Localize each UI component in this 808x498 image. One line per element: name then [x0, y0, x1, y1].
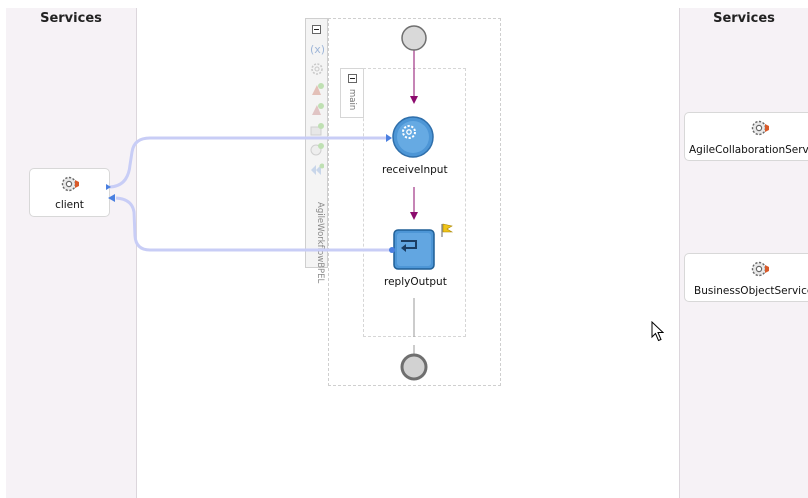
event-handler-icon[interactable] [310, 102, 324, 116]
collapse-process-button[interactable] [312, 25, 321, 34]
process-toolbar: (x) AgileWorkflowBPEL [305, 18, 328, 283]
business-object-service[interactable]: BusinessObjectService [684, 253, 808, 302]
main-scope-toolbar: main [340, 68, 364, 118]
gear-service-icon [61, 176, 79, 192]
compensation-handler-icon[interactable] [310, 162, 324, 176]
collapse-main-button[interactable] [348, 74, 357, 83]
receive-activity-label: receiveInput [382, 164, 448, 176]
main-sequence-scope[interactable] [363, 68, 466, 337]
agile-service-label: AgileCollaborationService [689, 144, 808, 156]
gear-service-icon [751, 261, 769, 277]
correlation-gear-icon[interactable] [310, 62, 324, 76]
message-handler-icon[interactable] [310, 122, 324, 136]
bos-service-label: BusinessObjectService [694, 285, 808, 297]
svg-text:(x): (x) [310, 43, 324, 56]
main-scope-label: main [347, 89, 357, 111]
reply-activity-label: replyOutput [384, 276, 447, 288]
client-service-label: client [55, 199, 84, 211]
right-lane-title: Services [713, 11, 775, 26]
process-name-label: AgileWorkflowBPEL [315, 202, 325, 284]
left-lane-title: Services [40, 11, 102, 26]
left-services-lane: Services [6, 8, 137, 498]
fault-handler-icon[interactable] [310, 82, 324, 96]
gear-service-icon [751, 120, 769, 136]
client-service[interactable]: client [29, 168, 110, 217]
agile-collaboration-service[interactable]: AgileCollaborationService [684, 112, 808, 161]
variables-icon[interactable]: (x) [310, 42, 324, 56]
mouse-cursor-icon [651, 321, 664, 342]
alarm-handler-icon[interactable] [310, 142, 324, 156]
bpel-designer-canvas: Services Services client AgileCollaborat… [0, 0, 808, 498]
